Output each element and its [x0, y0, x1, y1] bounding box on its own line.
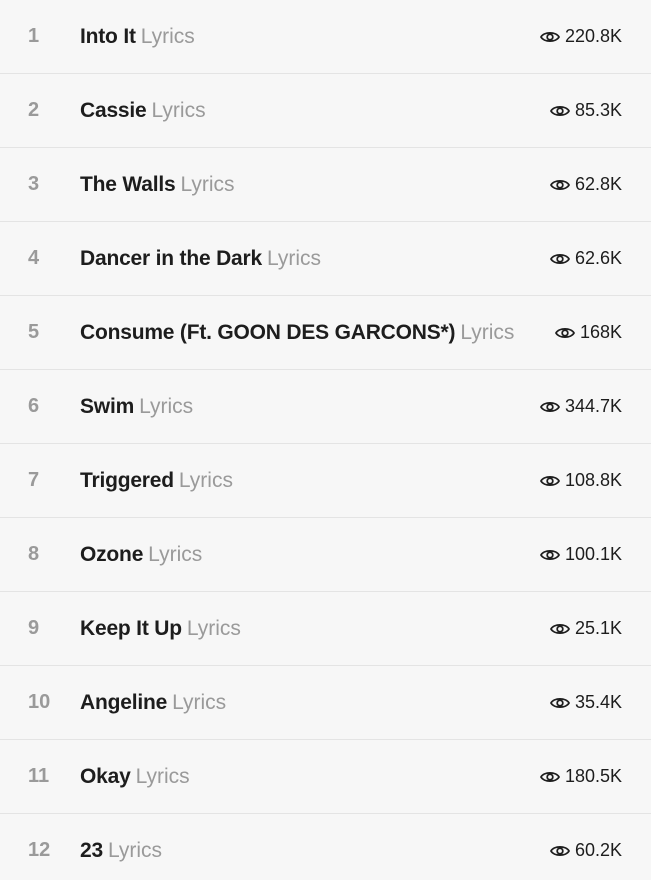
track-lyrics-label: Lyrics	[266, 247, 322, 270]
eye-icon	[539, 401, 560, 412]
track-row[interactable]: 9 Keep It Up Lyrics 25.1K	[0, 592, 651, 666]
view-count: 100.1K	[564, 544, 622, 564]
track-title-link[interactable]: Okay Lyrics	[80, 740, 190, 813]
track-lyrics-label: Lyrics	[460, 321, 515, 344]
track-title-link[interactable]: Triggered Lyrics	[80, 444, 233, 517]
track-views: 180.5K	[539, 740, 622, 813]
track-title-link[interactable]: Keep It Up Lyrics	[80, 592, 241, 665]
eye-icon	[539, 31, 560, 42]
view-count: 62.8K	[574, 174, 622, 194]
view-count: 85.3K	[574, 100, 622, 120]
view-count: 220.8K	[564, 26, 622, 46]
track-title-link[interactable]: The Walls Lyrics	[80, 148, 235, 221]
track-number: 5	[28, 321, 40, 343]
track-views: 100.1K	[539, 518, 622, 591]
eye-icon	[549, 105, 570, 116]
track-views: 60.2K	[549, 814, 622, 880]
view-count: 60.2K	[574, 840, 622, 860]
tracklist: 1 Into It Lyrics 220.8K 2 Cassie Lyrics 85…	[0, 0, 651, 880]
track-row[interactable]: 10 Angeline Lyrics 35.4K	[0, 666, 651, 740]
track-row[interactable]: 6 Swim Lyrics 344.7K	[0, 370, 651, 444]
eye-icon	[549, 179, 570, 190]
track-title: Consume (Ft. GOON DES GARCONS*)	[80, 321, 456, 344]
track-views: 85.3K	[549, 74, 622, 147]
view-count: 344.7K	[564, 396, 622, 416]
track-row[interactable]: 12 23 Lyrics 60.2K	[0, 814, 651, 880]
track-row[interactable]: 2 Cassie Lyrics 85.3K	[0, 74, 651, 148]
track-title: The Walls	[80, 173, 176, 196]
track-row[interactable]: 1 Into It Lyrics 220.8K	[0, 0, 651, 74]
track-lyrics-label: Lyrics	[139, 395, 194, 418]
track-title: Angeline	[80, 691, 168, 714]
track-title-link[interactable]: Angeline Lyrics	[80, 666, 226, 739]
track-row[interactable]: 8 Ozone Lyrics 100.1K	[0, 518, 651, 592]
track-lyrics-label: Lyrics	[140, 25, 195, 48]
track-row[interactable]: 5 Consume (Ft. GOON DES GARCONS*) Lyrics …	[0, 296, 651, 370]
track-views: 108.8K	[539, 444, 622, 517]
track-title: 23	[80, 839, 103, 862]
view-count: 180.5K	[564, 766, 622, 786]
track-lyrics-label: Lyrics	[186, 617, 241, 640]
eye-icon	[554, 327, 575, 338]
track-title: Okay	[80, 765, 131, 788]
track-number: 4	[28, 247, 40, 269]
track-title-link[interactable]: Dancer in the Dark Lyrics	[80, 222, 321, 295]
track-title: Triggered	[80, 469, 174, 492]
track-title-link[interactable]: Consume (Ft. GOON DES GARCONS*) Lyrics	[80, 296, 514, 369]
track-views: 344.7K	[539, 370, 622, 443]
view-count: 25.1K	[574, 618, 622, 638]
track-lyrics-label: Lyrics	[135, 765, 190, 788]
track-number: 7	[28, 469, 40, 491]
track-title-link[interactable]: 23 Lyrics	[80, 814, 162, 880]
eye-icon	[549, 253, 570, 264]
track-number: 3	[28, 173, 40, 195]
track-title: Swim	[80, 395, 135, 418]
eye-icon	[539, 549, 560, 560]
track-views: 25.1K	[549, 592, 622, 665]
view-count: 62.6K	[574, 248, 622, 268]
track-number: 6	[28, 395, 40, 417]
track-row[interactable]: 4 Dancer in the Dark Lyrics 62.6K	[0, 222, 651, 296]
track-lyrics-label: Lyrics	[148, 543, 203, 566]
eye-icon	[539, 771, 560, 782]
track-title-link[interactable]: Ozone Lyrics	[80, 518, 202, 591]
eye-icon	[549, 845, 570, 856]
track-title-link[interactable]: Swim Lyrics	[80, 370, 193, 443]
track-row[interactable]: 3 The Walls Lyrics 62.8K	[0, 148, 651, 222]
track-number: 1	[28, 25, 40, 47]
track-views: 168K	[554, 296, 622, 369]
track-lyrics-label: Lyrics	[180, 173, 235, 196]
eye-icon	[549, 697, 570, 708]
eye-icon	[539, 475, 560, 486]
track-row[interactable]: 7 Triggered Lyrics 108.8K	[0, 444, 651, 518]
track-title-link[interactable]: Cassie Lyrics	[80, 74, 206, 147]
track-number: 10	[28, 691, 51, 713]
track-views: 35.4K	[549, 666, 622, 739]
track-title: Into It	[80, 25, 136, 48]
track-number: 8	[28, 543, 40, 565]
track-number: 2	[28, 99, 40, 121]
track-row[interactable]: 11 Okay Lyrics 180.5K	[0, 740, 651, 814]
track-views: 62.6K	[549, 222, 622, 295]
track-lyrics-label: Lyrics	[151, 99, 206, 122]
track-title: Keep It Up	[80, 617, 182, 640]
track-title: Dancer in the Dark	[80, 247, 262, 270]
track-title: Cassie	[80, 99, 147, 122]
eye-icon	[549, 623, 570, 634]
track-title: Ozone	[80, 543, 144, 566]
track-lyrics-label: Lyrics	[107, 839, 163, 862]
view-count: 168K	[579, 322, 622, 342]
view-count: 35.4K	[574, 692, 622, 712]
track-views: 220.8K	[539, 0, 622, 73]
track-number: 12	[28, 839, 51, 861]
track-views: 62.8K	[549, 148, 622, 221]
track-number: 9	[28, 617, 40, 639]
track-lyrics-label: Lyrics	[172, 691, 227, 714]
track-title-link[interactable]: Into It Lyrics	[80, 0, 195, 73]
view-count: 108.8K	[564, 470, 622, 490]
track-lyrics-label: Lyrics	[178, 469, 233, 492]
track-number: 11	[28, 765, 50, 787]
